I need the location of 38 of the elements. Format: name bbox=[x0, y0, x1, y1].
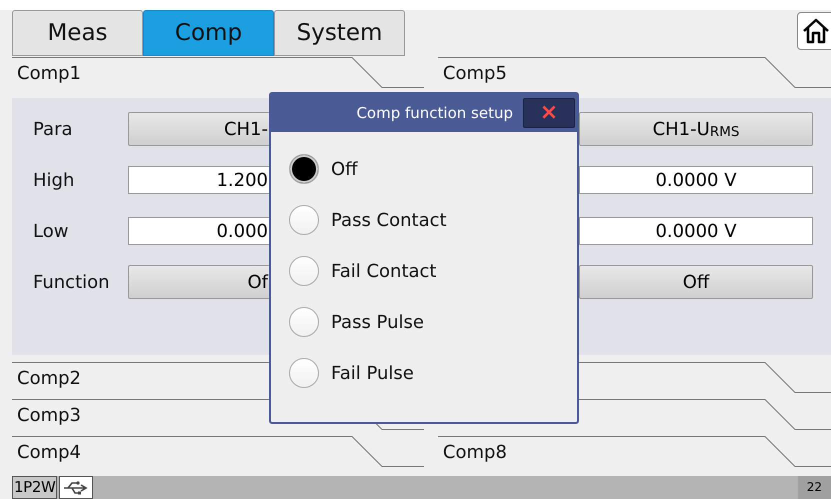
mode-label: 1P2W bbox=[12, 476, 58, 499]
select-button[interactable]: Off bbox=[579, 265, 813, 299]
field-label: Para bbox=[32, 118, 74, 142]
value-field[interactable]: 0.0000 V bbox=[579, 166, 813, 194]
section-header[interactable]: Comp3 bbox=[17, 402, 81, 429]
close-button[interactable]: × bbox=[523, 98, 575, 128]
option-label: Fail Contact bbox=[331, 260, 436, 284]
option-label: Pass Pulse bbox=[331, 310, 424, 334]
radio-button[interactable] bbox=[289, 358, 319, 388]
section-header[interactable]: Comp2 bbox=[17, 365, 81, 392]
field-label: Low bbox=[32, 220, 70, 244]
value-field[interactable]: 1.200 bbox=[128, 166, 271, 194]
field-label: Function bbox=[32, 270, 111, 294]
usb-icon bbox=[63, 480, 90, 494]
tab[interactable]: Comp bbox=[143, 10, 274, 56]
select-button[interactable]: CH1- bbox=[128, 112, 271, 146]
section-header[interactable]: Comp1 bbox=[17, 60, 81, 87]
home-button[interactable] bbox=[797, 12, 831, 50]
radio-button[interactable] bbox=[289, 205, 319, 235]
section-header[interactable]: Comp8 bbox=[442, 439, 507, 466]
value-field[interactable]: 0.000 bbox=[128, 217, 271, 245]
home-icon bbox=[802, 18, 830, 44]
tab[interactable]: Meas bbox=[12, 10, 143, 56]
radio-button[interactable] bbox=[289, 307, 319, 337]
section-header[interactable]: Comp4 bbox=[17, 439, 81, 466]
value-field[interactable]: 0.0000 V bbox=[579, 217, 813, 245]
radio-button[interactable] bbox=[289, 256, 319, 286]
page-number: 22 bbox=[798, 476, 831, 499]
option-label: Pass Contact bbox=[331, 208, 447, 232]
tab[interactable]: System bbox=[274, 10, 405, 56]
dialog-title: Comp function setup bbox=[356, 102, 513, 124]
select-button[interactable]: Of bbox=[128, 265, 271, 299]
select-button[interactable]: CH1-U$_{RMS}$ bbox=[579, 112, 813, 146]
option-label: Fail Pulse bbox=[331, 362, 414, 386]
radio-button[interactable] bbox=[289, 154, 319, 184]
section-header[interactable]: Comp5 bbox=[442, 60, 507, 87]
option-label: Off bbox=[331, 158, 358, 182]
field-label: High bbox=[32, 168, 76, 192]
